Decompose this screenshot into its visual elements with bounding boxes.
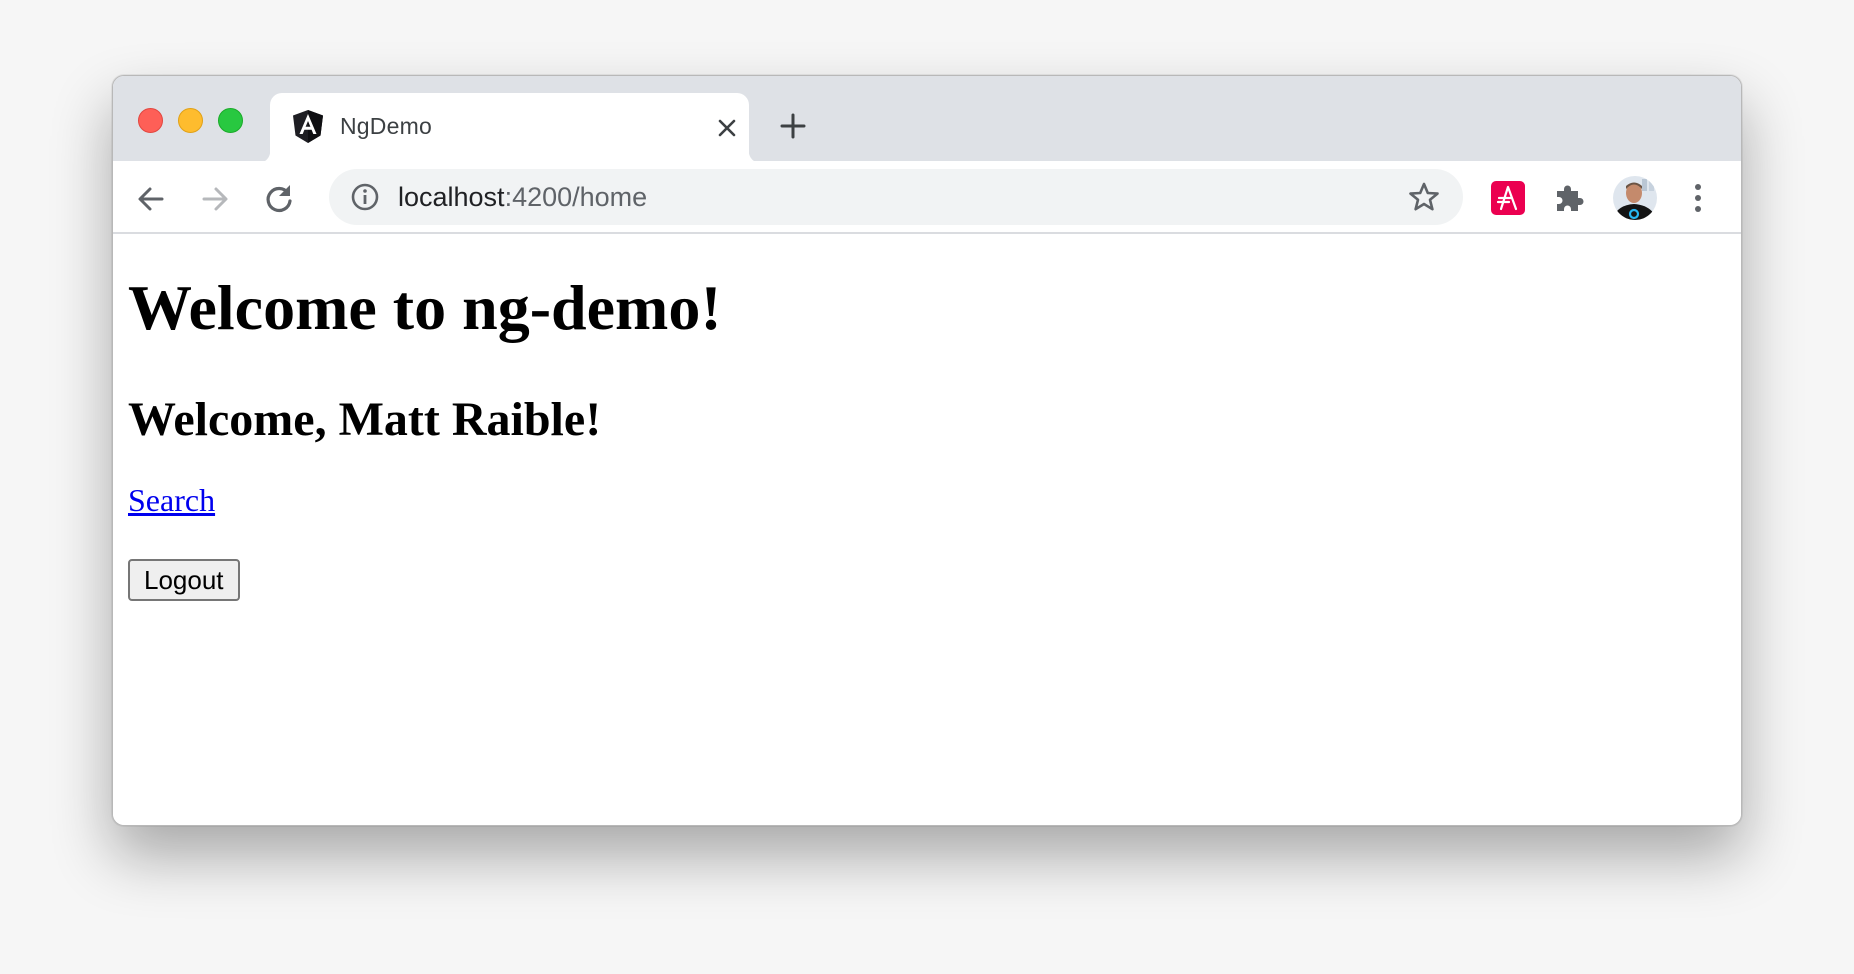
bookmark-star-icon[interactable] [1407,180,1441,214]
forward-arrow-icon[interactable] [197,181,233,217]
url-path: :4200/home [504,182,648,212]
address-bar[interactable]: localhost:4200/home [329,169,1463,225]
toolbar: localhost:4200/home [113,161,1741,234]
tab-strip: NgDemo [113,76,1741,163]
browser-window: NgDemo localhost:4200/home Welcome to ng… [112,75,1742,826]
reload-icon[interactable] [261,181,297,217]
url-text[interactable]: localhost:4200/home [398,182,647,213]
url-host: localhost [398,182,505,212]
welcome-greeting: Welcome, Matt Raible! [128,393,602,446]
search-link[interactable]: Search [128,484,215,516]
tab-title: NgDemo [340,113,432,139]
close-tab-icon[interactable] [714,115,740,141]
logout-button[interactable]: Logout [128,559,240,601]
page-content: Welcome to ng-demo! Welcome, Matt Raible… [113,234,1741,825]
page-title: Welcome to ng-demo! [128,272,722,343]
angular-logo-icon [293,110,323,143]
minimize-window-button[interactable] [178,108,203,133]
kebab-menu-icon[interactable] [1688,181,1708,215]
auth0-extension-icon[interactable] [1491,181,1525,215]
avatar[interactable] [1612,175,1658,221]
zoom-window-button[interactable] [218,108,243,133]
info-icon[interactable] [350,182,380,212]
new-tab-icon[interactable] [777,110,809,142]
tab-ngdemo[interactable]: NgDemo [258,93,761,163]
close-window-button[interactable] [138,108,163,133]
back-arrow-icon[interactable] [133,181,169,217]
puzzle-extensions-icon[interactable] [1553,182,1585,214]
